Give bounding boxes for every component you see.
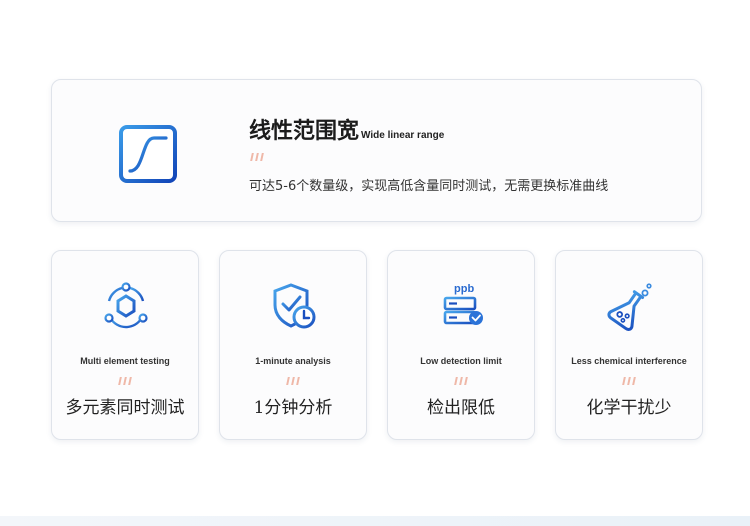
feature-card-multi-element: Multi element testing 多元素同时测试	[51, 250, 199, 440]
feature-title-zh: 化学干扰少	[586, 398, 672, 418]
flask-icon	[607, 283, 652, 331]
ppb-label: ppb	[454, 283, 474, 295]
decorative-ticks	[454, 377, 468, 385]
highlight-title: 线性范围宽 Wide linear range	[249, 113, 444, 145]
highlight-title-zh: 线性范围宽	[249, 118, 360, 144]
decorative-ticks	[250, 153, 264, 161]
highlight-description: 可达5-6个数量级，实现高低含量同时测试，无需更换标准曲线	[249, 179, 609, 194]
feature-title-en: Less chemical interference	[571, 356, 687, 366]
feature-title-en: 1-minute analysis	[255, 356, 331, 366]
feature-title-en: Multi element testing	[80, 356, 170, 366]
feature-title-zh: 检出限低	[427, 398, 495, 418]
feature-card-chemical-interference: Less chemical interference 化学干扰少	[555, 250, 703, 440]
shield-clock-icon	[273, 283, 316, 329]
highlight-card: 线性范围宽 Wide linear range 可达5-6个数量级，实现高低含量同…	[51, 79, 702, 222]
bottom-divider	[0, 516, 750, 526]
feature-title-zh: 多元素同时测试	[65, 398, 185, 418]
feature-card-low-detection: ppb Low detection limit 检出限低	[387, 250, 535, 440]
decorative-ticks	[622, 377, 636, 385]
hexagon-network-icon	[104, 282, 148, 329]
decorative-ticks	[118, 377, 132, 385]
highlight-title-en: Wide linear range	[361, 130, 445, 141]
decorative-ticks	[286, 377, 300, 385]
s-curve-icon	[119, 125, 177, 183]
feature-card-1-minute: 1-minute analysis 1分钟分析	[219, 250, 367, 440]
feature-title-zh: 1分钟分析	[253, 398, 333, 418]
ppb-server-icon: ppb	[443, 283, 483, 325]
feature-title-en: Low detection limit	[420, 356, 502, 366]
